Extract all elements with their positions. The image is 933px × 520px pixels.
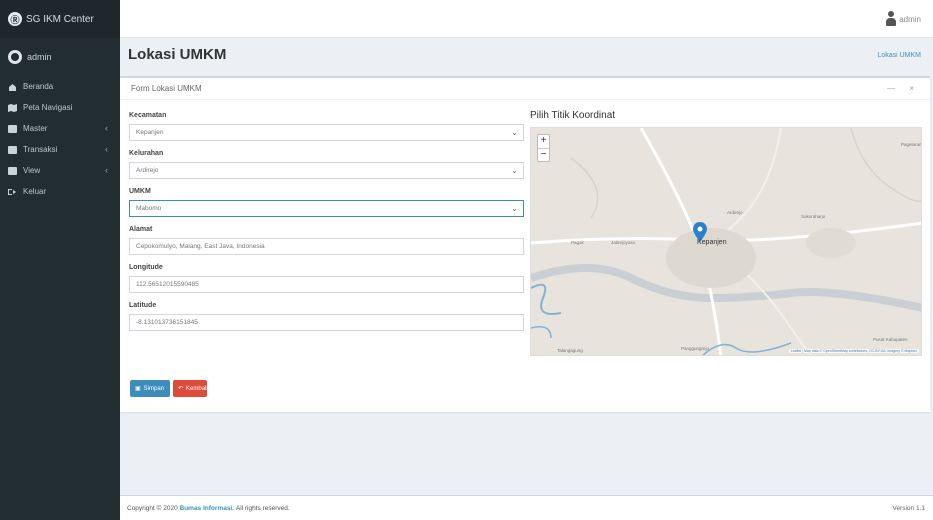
kelurahan-label: Kelurahan — [129, 150, 164, 157]
map-zoom-control: + − — [537, 134, 550, 162]
version-text: Version 1.1 — [892, 505, 925, 512]
map-icon — [8, 103, 17, 112]
alamat-value: Cepokomulyo, Malang, East Java, Indonesi… — [136, 243, 265, 250]
map-place-label: Talangagung — [557, 348, 583, 353]
sidebar-item-master[interactable]: Master ‹ — [0, 118, 120, 139]
brand-logo-link[interactable]: Ⓡ SG IKM Center — [0, 0, 120, 38]
sidebar-item-label: Keluar — [23, 187, 47, 196]
brand-name: SG IKM Center — [26, 13, 94, 25]
sidebar-item-beranda[interactable]: Beranda — [0, 76, 120, 97]
umkm-value: Mabomo — [136, 205, 162, 212]
map-view[interactable]: + − Kepanjen Sukoraharjo Jatirejoyoso Ar… — [530, 127, 922, 356]
box-tools[interactable]: — × — [887, 84, 920, 93]
back-icon: ↶ — [178, 386, 184, 392]
page-title: Lokasi UMKM — [128, 46, 227, 63]
user-icon — [886, 11, 897, 27]
zoom-out-button[interactable]: − — [538, 148, 549, 161]
kelurahan-value: Ardirejo — [136, 167, 159, 174]
breadcrumb[interactable]: Lokasi UMKM — [877, 52, 921, 59]
longitude-label: Longitude — [129, 264, 163, 271]
map-title: Pilih Titik Koordinat — [530, 110, 616, 121]
chevron-left-icon: ‹ — [105, 144, 108, 154]
sidebar-item-label: Peta Navigasi — [23, 103, 73, 112]
sidebar: Ⓡ SG IKM Center admin Beranda Peta Navig… — [0, 0, 120, 520]
save-button-label: Simpan — [143, 385, 165, 392]
rights-text: All rights reserved. — [235, 504, 290, 512]
chevron-left-icon: ‹ — [105, 123, 108, 133]
map-place-label: Ardirejo — [727, 210, 743, 215]
file-icon — [8, 124, 17, 133]
user-menu[interactable]: admin — [886, 11, 921, 27]
top-user-name: admin — [899, 14, 921, 24]
box-header: Form Lokasi UMKM — [120, 78, 930, 100]
back-button[interactable]: ↶ Kembali — [173, 380, 208, 397]
sidebar-item-label: Transaksi — [23, 145, 58, 154]
map-place-label: Pagak — [571, 240, 584, 245]
sidebar-item-keluar[interactable]: Keluar — [0, 181, 120, 202]
lokasi-form: Kecamatan Kepanjen ⌄ Kelurahan Ardirejo … — [129, 112, 524, 331]
kecamatan-label: Kecamatan — [129, 112, 167, 119]
sidebar-item-label: Master — [23, 124, 48, 133]
file-icon — [8, 166, 17, 175]
longitude-input[interactable]: 112.56512015590485 — [129, 276, 524, 293]
sign-out-icon — [8, 188, 17, 196]
top-navbar: admin — [120, 0, 933, 38]
save-icon: ▣ — [135, 386, 141, 392]
latitude-label: Latitude — [129, 302, 157, 309]
latitude-input[interactable]: -8.131013736151845 — [129, 314, 524, 331]
chevron-left-icon: ‹ — [105, 165, 108, 175]
save-button[interactable]: ▣ Simpan — [130, 380, 170, 397]
map-place-label: Jatirejoyoso — [611, 240, 636, 245]
dashboard-icon — [8, 83, 17, 91]
chevron-down-icon: ⌄ — [511, 128, 518, 137]
kecamatan-value: Kepanjen — [136, 129, 164, 136]
sidebar-item-peta-navigasi[interactable]: Peta Navigasi — [0, 97, 120, 118]
footer: Copyright © 2020 Bumas Informasi. All ri… — [120, 495, 933, 520]
brand-icon: Ⓡ — [8, 12, 22, 26]
user-panel: admin — [0, 38, 120, 76]
umkm-select[interactable]: Mabomo ⌄ — [129, 200, 524, 217]
file-icon — [8, 145, 17, 154]
form-box: Form Lokasi UMKM — × Kecamatan Kepanjen … — [120, 76, 930, 412]
kecamatan-select[interactable]: Kepanjen ⌄ — [129, 124, 524, 141]
box-title: Form Lokasi UMKM — [131, 84, 202, 93]
sidebar-item-label: View — [23, 166, 41, 175]
copyright-text: Copyright © 2020 — [127, 504, 178, 512]
kelurahan-select[interactable]: Ardirejo ⌄ — [129, 162, 524, 179]
map-place-label: Panggungrejo — [681, 346, 710, 351]
map-place-label: Sukoraharjo — [801, 214, 826, 219]
map-place-label: Pusat Kabupaten — [873, 337, 908, 342]
alamat-label: Alamat — [129, 226, 153, 233]
longitude-value: 112.56512015590485 — [136, 281, 199, 288]
zoom-in-button[interactable]: + — [538, 135, 549, 148]
chevron-down-icon: ⌄ — [511, 204, 518, 213]
alamat-input[interactable]: Cepokomulyo, Malang, East Java, Indonesi… — [129, 238, 524, 255]
latitude-value: -8.131013736151845 — [136, 319, 198, 326]
back-button-label: Kembali — [186, 385, 208, 392]
sidebar-item-view[interactable]: View ‹ — [0, 160, 120, 181]
umkm-label: UMKM — [129, 188, 151, 195]
chevron-down-icon: ⌄ — [511, 166, 518, 175]
company-link[interactable]: Bumas Informasi. — [180, 505, 235, 512]
map-attribution[interactable]: Leaflet | Map data © OpenStreetMap contr… — [788, 349, 919, 353]
map-place-label: Pagelaran — [901, 142, 922, 147]
map-town-label: Kepanjen — [697, 239, 727, 246]
sidebar-item-transaksi[interactable]: Transaksi ‹ — [0, 139, 120, 160]
user-name: admin — [27, 52, 52, 62]
sidebar-menu: Beranda Peta Navigasi Master ‹ Transaksi… — [0, 76, 120, 202]
sidebar-item-label: Beranda — [23, 82, 54, 91]
avatar — [8, 50, 22, 64]
